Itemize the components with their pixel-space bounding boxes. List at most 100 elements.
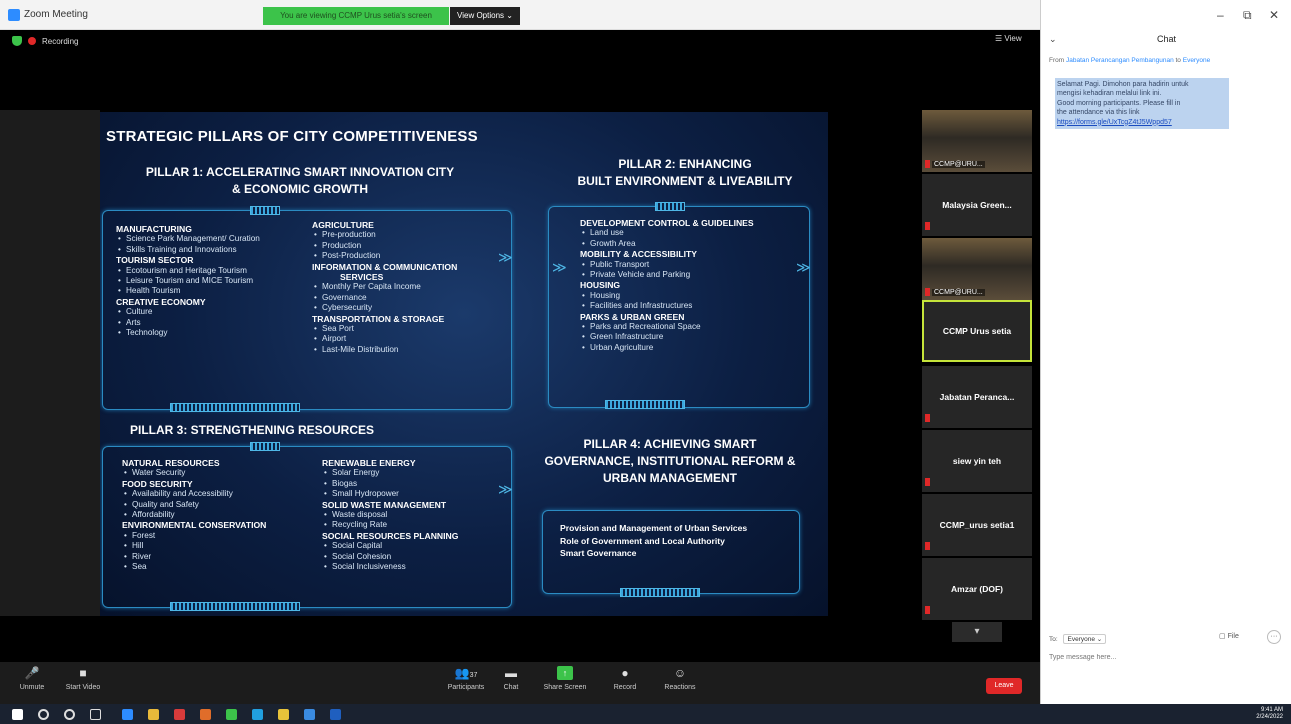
app-icon[interactable] xyxy=(278,709,289,720)
more-options-icon[interactable]: ··· xyxy=(1267,630,1281,644)
record-button[interactable]: ● Record xyxy=(608,666,642,691)
chevron-down-icon: ≫ xyxy=(796,259,811,275)
pillar2-line1: PILLAR 2: ENHANCING xyxy=(618,157,752,171)
participant-name: CCMP@URU... xyxy=(932,289,985,296)
cat-title: TOURISM SECTOR xyxy=(116,255,194,266)
cat-title: FOOD SECURITY xyxy=(122,478,193,489)
list-item: Social Cohesion xyxy=(322,552,502,563)
restore-icon[interactable]: ⧉ xyxy=(1243,8,1252,23)
cat-title: DEVELOPMENT CONTROL & GUIDELINES xyxy=(580,218,754,228)
pillar4-line1: PILLAR 4: ACHIEVING SMART xyxy=(583,437,757,451)
participant-count: 37 xyxy=(469,672,478,679)
participants-label: Participants xyxy=(447,684,485,691)
pillar3-line1: PILLAR 3: STRENGTHENING RESOURCES xyxy=(130,423,375,437)
pillar2-bottom-bar xyxy=(605,400,685,409)
cortana-icon[interactable] xyxy=(64,709,75,720)
mic-muted-icon xyxy=(925,222,930,230)
edge-icon[interactable] xyxy=(252,709,263,720)
view-button[interactable]: ☰ View xyxy=(995,34,1022,43)
app-icon[interactable] xyxy=(200,709,211,720)
pillar3-top-bar xyxy=(250,442,280,451)
list-item: Small Hydropower xyxy=(322,489,502,500)
list-item: Role of Government and Local Authority xyxy=(560,535,725,546)
pillar1-line2: & ECONOMIC GROWTH xyxy=(232,182,368,196)
acrobat-icon[interactable] xyxy=(174,709,185,720)
pillar4-bottom-bar xyxy=(620,588,700,597)
cat-title: RENEWABLE ENERGY xyxy=(322,458,416,468)
meeting-stage: Recording ☰ View STRATEGIC PILLARS OF CI… xyxy=(0,30,1040,662)
strip-scroll-down-button[interactable]: ▾ xyxy=(952,622,1002,642)
chat-message: Selamat Pagi. Dimohon para hadirin untuk… xyxy=(1055,78,1229,130)
word-icon[interactable] xyxy=(330,709,341,720)
mic-muted-icon xyxy=(925,414,930,422)
view-options-button[interactable]: View Options ⌄ xyxy=(450,7,520,25)
participants-button[interactable]: 👥37 Participants xyxy=(440,666,492,691)
list-item: Facilities and Infrastructures xyxy=(580,301,790,312)
chat-button[interactable]: ▬ Chat xyxy=(496,666,526,691)
cat-title: SOLID WASTE MANAGEMENT xyxy=(322,499,447,510)
participant-tile-active-speaker[interactable]: CCMP Urus setia xyxy=(922,300,1032,362)
list-item: Governance xyxy=(312,293,502,304)
cat-title: AGRICULTURE xyxy=(312,220,374,230)
app-icon[interactable] xyxy=(304,709,315,720)
windows-start-icon[interactable] xyxy=(12,709,23,720)
participant-tile[interactable]: CCMP_urus setia1 xyxy=(922,494,1032,556)
search-icon[interactable] xyxy=(38,709,49,720)
windows-taskbar: 9:41 AM 2/24/2022 xyxy=(0,704,1291,724)
participant-tile[interactable]: CCMP@URU... xyxy=(922,110,1032,172)
leave-button[interactable]: Leave xyxy=(986,678,1022,694)
chevron-down-icon[interactable]: ⌄ xyxy=(1049,34,1057,45)
list-item: Recycling Rate xyxy=(322,520,502,531)
unmute-button[interactable]: 🎤 Unmute xyxy=(12,666,52,691)
message-link[interactable]: https://forms.gle/UxTcgZ4tJ5Wppd57 xyxy=(1057,118,1227,127)
cat-title: MANUFACTURING xyxy=(116,224,192,234)
window-titlebar: Zoom Meeting You are viewing CCMP Urus s… xyxy=(0,0,1040,30)
app-icon[interactable] xyxy=(226,709,237,720)
recording-indicator: Recording xyxy=(12,36,78,46)
pillar2-line2: BUILT ENVIRONMENT & LIVEABILITY xyxy=(577,174,793,188)
list-item: Solar Energy xyxy=(322,468,502,479)
pillar3-bottom-bar xyxy=(170,602,300,611)
list-item: Airport xyxy=(312,334,502,345)
window-title: Zoom Meeting xyxy=(24,9,88,20)
participant-tile[interactable]: Amzar (DOF) xyxy=(922,558,1032,620)
close-icon[interactable]: ✕ xyxy=(1269,8,1279,22)
recipient-select[interactable]: Everyone ⌄ xyxy=(1063,634,1107,644)
participant-tile[interactable]: CCMP@URU... xyxy=(922,238,1032,300)
participant-tile[interactable]: Jabatan Peranca... xyxy=(922,366,1032,428)
participant-tile[interactable]: siew yin teh xyxy=(922,430,1032,492)
file-icon: ▢ xyxy=(1219,633,1226,640)
minimize-icon[interactable]: – xyxy=(1217,8,1224,22)
list-item: Housing xyxy=(580,291,790,302)
mic-muted-icon xyxy=(925,478,930,486)
list-item: Provision and Management of Urban Servic… xyxy=(560,523,748,533)
zoom-app-icon[interactable] xyxy=(122,709,133,720)
start-video-button[interactable]: ■ Start Video xyxy=(58,666,108,691)
list-item: Post-Production xyxy=(312,251,502,262)
system-clock[interactable]: 9:41 AM 2/24/2022 xyxy=(1256,707,1283,721)
participant-tile[interactable]: Malaysia Green... xyxy=(922,174,1032,236)
sender-name[interactable]: Jabatan Perancangan Pembangunan xyxy=(1066,57,1174,64)
reactions-button[interactable]: ☺ Reactions xyxy=(660,666,700,691)
mic-muted-icon xyxy=(925,288,930,296)
task-view-icon[interactable] xyxy=(90,709,101,720)
clock-date: 2/24/2022 xyxy=(1256,714,1283,720)
chat-label: Chat xyxy=(503,684,519,691)
chat-message-input[interactable] xyxy=(1049,654,1279,661)
meeting-toolbar: 🎤 Unmute ■ Start Video 👥37 Participants … xyxy=(0,662,1040,704)
cat-title: SERVICES xyxy=(340,272,384,283)
shield-icon[interactable] xyxy=(12,36,22,46)
share-screen-button[interactable]: ↑ Share Screen xyxy=(540,666,590,691)
pillar3-left-list: NATURAL RESOURCES Water Security FOOD SE… xyxy=(122,458,312,573)
list-item: Hill xyxy=(122,541,312,552)
cat-title: NATURAL RESOURCES xyxy=(122,458,220,468)
participant-name: siew yin teh xyxy=(952,456,1002,466)
file-button[interactable]: ▢ File xyxy=(1219,632,1239,640)
list-item: Sea xyxy=(122,562,312,573)
list-item: Pre-production xyxy=(312,230,502,241)
list-item: Cybersecurity xyxy=(312,303,502,314)
file-explorer-icon[interactable] xyxy=(148,709,159,720)
participant-name: Jabatan Peranca... xyxy=(939,392,1015,402)
message-line: mengisi kehadiran melalui link ini. xyxy=(1057,90,1162,98)
pillar1-right-list: AGRICULTURE Pre-production Production Po… xyxy=(312,220,502,356)
